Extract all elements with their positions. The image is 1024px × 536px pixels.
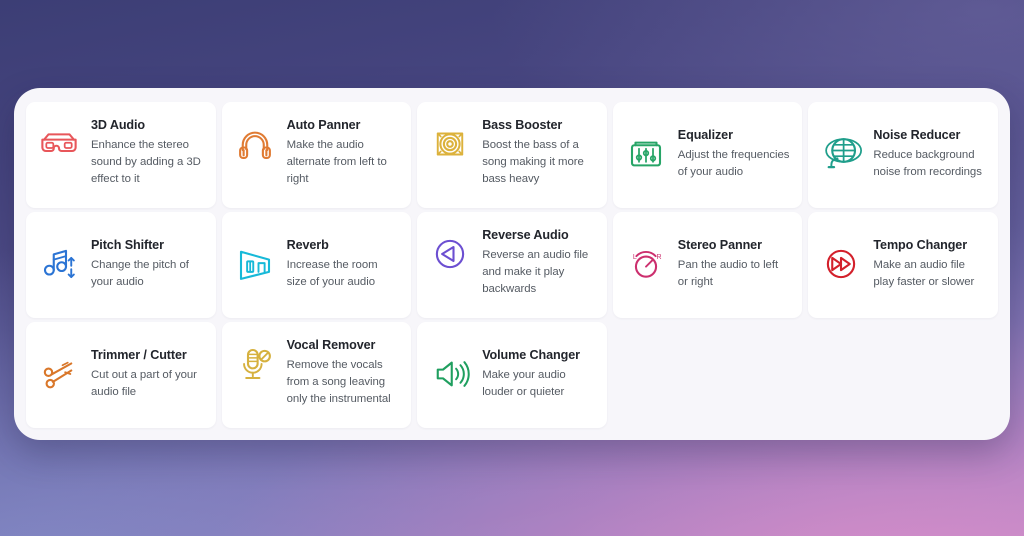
tool-card-title: Bass Booster	[482, 118, 563, 132]
tool-card[interactable]: Auto Panner Make the audio alternate from…	[221, 102, 412, 208]
tool-card-description: Cut out a part of your audio file	[91, 368, 197, 398]
tools-panel: 3D Audio Enhance the stereo sound by addi…	[14, 88, 1010, 440]
tool-card[interactable]: Tempo Changer Make an audio file play fas…	[808, 212, 998, 318]
tool-card-title: 3D Audio	[91, 118, 146, 132]
tool-card-text: Stereo Panner Pan the audio to left or ri…	[678, 237, 791, 291]
scissors-icon	[36, 351, 82, 397]
music-note-arrows-icon	[36, 241, 82, 287]
tool-card-text: Reverse Audio Reverse an audio file and m…	[482, 227, 595, 299]
microphone-blocked-icon	[232, 341, 278, 387]
tool-card[interactable]: Reverb Increase the room size of your aud…	[221, 212, 412, 318]
tool-card-text: Reverb Increase the room size of your aud…	[287, 237, 400, 291]
grid-empty-cell	[613, 322, 803, 428]
fast-forward-icon	[818, 241, 864, 287]
headphones-icon	[232, 121, 278, 167]
tool-card-title: Trimmer / Cutter	[91, 347, 187, 362]
tool-card-text: Vocal Remover Remove the vocals from a so…	[287, 337, 400, 409]
3d-glasses-icon	[36, 121, 82, 167]
tool-card-title: Vocal Remover	[286, 338, 376, 352]
tool-card-description: Make the audio alternate from left to ri…	[286, 138, 387, 186]
tool-card-description: Make an audio file play faster or slower	[873, 258, 975, 288]
tool-card-title: Stereo Panner	[677, 237, 762, 252]
tool-card-description: Remove the vocals from a song leaving on…	[286, 358, 391, 406]
tool-card-text: Tempo Changer Make an audio file play fas…	[873, 237, 986, 291]
tool-card[interactable]: Pitch Shifter Change the pitch of your au…	[26, 212, 216, 318]
tool-card-title: Pitch Shifter	[91, 237, 164, 252]
tool-card-description: Increase the room size of your audio	[286, 258, 378, 288]
tool-card-description: Make your audio louder or quieter	[482, 368, 566, 398]
tool-card-title: Volume Changer	[482, 347, 580, 362]
tool-card-text: 3D Audio Enhance the stereo sound by addi…	[91, 117, 204, 189]
tool-card-description: Enhance the stereo sound by adding a 3D …	[91, 138, 201, 186]
grid-empty-cell	[808, 322, 998, 428]
tool-card-title: Auto Panner	[286, 118, 361, 132]
tool-card-title: Reverb	[286, 237, 329, 252]
tool-card[interactable]: Volume Changer Make your audio louder or …	[417, 322, 607, 428]
tool-card-description: Boost the bass of a song making it more …	[482, 138, 584, 186]
tool-card-text: Equalizer Adjust the frequencies of your …	[678, 127, 791, 181]
tool-card[interactable]: Noise Reducer Reduce background noise fro…	[808, 102, 998, 208]
tool-card[interactable]: Trimmer / Cutter Cut out a part of your a…	[26, 322, 216, 428]
tool-card-title: Reverse Audio	[482, 228, 569, 242]
tool-card-text: Bass Booster Boost the bass of a song mak…	[482, 117, 595, 189]
tool-card-title: Noise Reducer	[873, 127, 961, 142]
svg-text:L: L	[633, 254, 637, 261]
svg-text:R: R	[656, 254, 661, 261]
tool-card-text: Noise Reducer Reduce background noise fro…	[873, 127, 986, 181]
volume-speaker-icon	[427, 351, 473, 397]
tool-card-text: Trimmer / Cutter Cut out a part of your a…	[91, 347, 204, 401]
room-perspective-icon	[232, 241, 278, 287]
tools-grid: 3D Audio Enhance the stereo sound by addi…	[26, 102, 998, 428]
pan-knob-icon: L R	[623, 241, 669, 287]
tool-card-text: Volume Changer Make your audio louder or …	[482, 347, 595, 401]
tool-card-title: Tempo Changer	[873, 237, 968, 252]
tool-card[interactable]: Equalizer Adjust the frequencies of your …	[612, 102, 803, 208]
tool-card[interactable]: Vocal Remover Remove the vocals from a so…	[221, 322, 412, 428]
tool-card[interactable]: Bass Booster Boost the bass of a song mak…	[417, 102, 607, 208]
equalizer-sliders-icon	[623, 131, 669, 177]
tool-card-text: Auto Panner Make the audio alternate from…	[287, 117, 400, 189]
speaker-waves-icon	[427, 121, 473, 167]
globe-noise-icon	[818, 131, 864, 177]
tool-card-description: Reduce background noise from recordings	[873, 148, 982, 178]
tool-card-title: Equalizer	[677, 127, 733, 142]
tool-card-description: Change the pitch of your audio	[91, 258, 189, 288]
tool-card-description: Adjust the frequencies of your audio	[677, 148, 790, 178]
tool-card-description: Reverse an audio file and make it play b…	[482, 248, 589, 296]
tool-card-description: Pan the audio to left or right	[677, 258, 779, 288]
reverse-play-icon	[427, 231, 473, 277]
tool-card[interactable]: L R Stereo Panner Pan the audio to left o…	[612, 212, 803, 318]
tool-card-text: Pitch Shifter Change the pitch of your au…	[91, 237, 204, 291]
tool-card[interactable]: 3D Audio Enhance the stereo sound by addi…	[26, 102, 216, 208]
tool-card[interactable]: Reverse Audio Reverse an audio file and m…	[417, 212, 607, 318]
